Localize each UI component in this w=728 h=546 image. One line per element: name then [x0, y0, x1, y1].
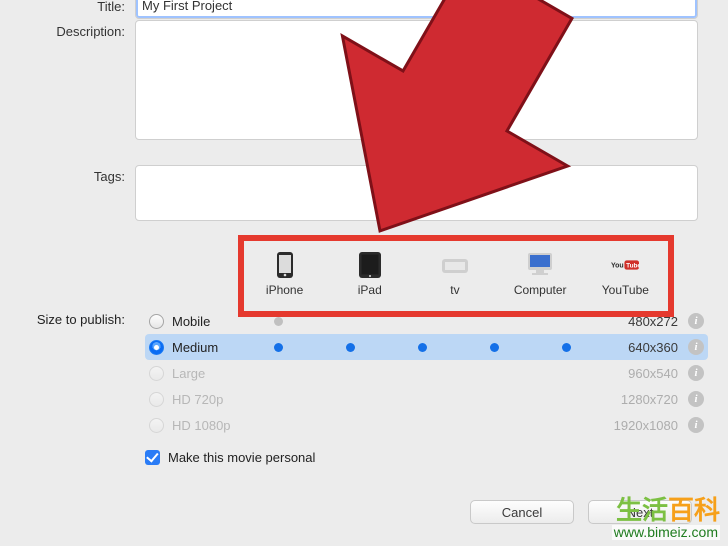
device-columns: iPhone iPad tv Computer YouTube YouTube [240, 245, 670, 301]
radio-mobile[interactable] [149, 314, 164, 329]
info-icon[interactable]: i [688, 365, 704, 381]
ipad-icon [356, 251, 384, 279]
youtube-icon: YouTube [611, 251, 639, 279]
watermark-url: www.bimeiz.com [612, 525, 720, 540]
tags-label: Tags: [0, 165, 135, 184]
option-dimensions: 960x540 [602, 366, 682, 381]
radio-hd1080 [149, 418, 164, 433]
compat-dot [418, 343, 427, 352]
compat-dot [346, 343, 355, 352]
info-icon[interactable]: i [688, 391, 704, 407]
option-dimensions: 1280x720 [602, 392, 682, 407]
cancel-button[interactable]: Cancel [470, 500, 574, 524]
option-dimensions: 480x272 [602, 314, 682, 329]
iphone-icon [271, 251, 299, 279]
device-label-appletv: tv [450, 283, 459, 297]
radio-hd720 [149, 392, 164, 407]
appletv-icon [441, 251, 469, 279]
svg-text:Tube: Tube [627, 262, 640, 269]
radio-medium[interactable] [149, 340, 164, 355]
option-label: HD 720p [172, 392, 242, 407]
title-input[interactable]: My First Project [135, 0, 698, 19]
size-option-medium[interactable]: Medium 640x360 i [145, 334, 708, 360]
option-label: Mobile [172, 314, 242, 329]
size-to-publish-label: Size to publish: [0, 312, 135, 327]
description-label: Description: [0, 20, 135, 39]
device-label-ipad: iPad [358, 283, 382, 297]
size-option-hd1080: HD 1080p 1920x1080 i [145, 412, 708, 438]
option-label: HD 1080p [172, 418, 242, 433]
tags-input[interactable] [135, 165, 698, 221]
info-icon[interactable]: i [688, 417, 704, 433]
description-input[interactable] [135, 20, 698, 140]
watermark-text-b: 百科 [668, 495, 720, 525]
watermark-text-a: 生活 [616, 495, 668, 525]
size-option-mobile[interactable]: Mobile 480x272 i [145, 308, 708, 334]
watermark: 生活百科 www.bimeiz.com [612, 496, 720, 540]
make-personal-row[interactable]: Make this movie personal [145, 450, 315, 465]
option-dimensions: 1920x1080 [602, 418, 682, 433]
make-personal-checkbox[interactable] [145, 450, 160, 465]
compat-dot [562, 343, 571, 352]
size-option-hd720: HD 720p 1280x720 i [145, 386, 708, 412]
make-personal-label: Make this movie personal [168, 450, 315, 465]
info-icon[interactable]: i [688, 339, 704, 355]
device-label-youtube: YouTube [602, 283, 649, 297]
option-label: Medium [172, 340, 242, 355]
option-dimensions: 640x360 [602, 340, 682, 355]
info-icon[interactable]: i [688, 313, 704, 329]
compat-dot [490, 343, 499, 352]
device-label-iphone: iPhone [266, 283, 303, 297]
svg-text:You: You [611, 262, 624, 269]
size-option-large: Large 960x540 i [145, 360, 708, 386]
option-label: Large [172, 366, 242, 381]
radio-large [149, 366, 164, 381]
title-label: Title: [0, 0, 135, 14]
device-label-computer: Computer [514, 283, 567, 297]
compat-dot [274, 343, 283, 352]
computer-icon [526, 251, 554, 279]
compat-dot [274, 317, 283, 326]
